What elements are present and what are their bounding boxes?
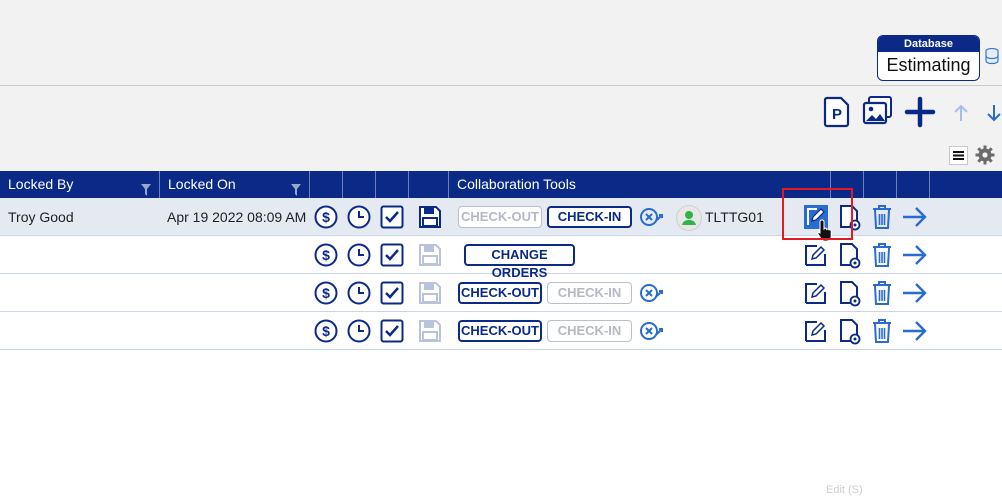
arrow-up-icon[interactable] — [953, 103, 969, 128]
cancel-checkout-icon[interactable] — [639, 206, 665, 233]
locked-user-id: TLTTG01 — [705, 209, 764, 225]
menu-icon[interactable] — [949, 146, 968, 170]
checkbox-icon[interactable] — [380, 319, 404, 348]
arrow-right-icon[interactable] — [902, 282, 928, 309]
gear-icon[interactable] — [975, 145, 995, 170]
user-avatar — [676, 205, 702, 231]
checkbox-icon[interactable] — [380, 243, 404, 272]
check-in-button[interactable]: CHECK-IN — [547, 206, 632, 228]
cancel-checkout-icon[interactable] — [639, 282, 665, 309]
svg-text:$: $ — [322, 323, 330, 339]
database-selector[interactable]: Database Estimating — [877, 35, 980, 81]
edit-icon[interactable] — [803, 318, 829, 349]
locked-by-cell: Troy Good — [8, 209, 74, 225]
column-header-save — [409, 171, 449, 198]
save-icon — [418, 319, 442, 348]
column-header-label: Locked By — [8, 176, 74, 192]
database-value: Estimating — [886, 55, 971, 75]
table-row[interactable]: $ CHECK-OUT CHECK-IN — [0, 312, 1002, 350]
svg-text:$: $ — [322, 285, 330, 301]
table-row[interactable]: $ CHANGE ORDERS Edit (S) — [0, 236, 1002, 496]
database-icon[interactable] — [984, 47, 1000, 72]
arrow-right-icon[interactable] — [902, 244, 928, 271]
svg-text:$: $ — [322, 247, 330, 263]
highlight-box — [782, 188, 853, 240]
column-divider — [897, 171, 930, 198]
trash-icon[interactable] — [871, 204, 893, 235]
edit-icon[interactable] — [803, 242, 829, 273]
arrow-down-icon[interactable] — [986, 103, 1002, 128]
column-header-label: Locked On — [168, 176, 236, 192]
column-divider — [864, 171, 897, 198]
toolbar: P — [0, 86, 1002, 171]
arrow-right-icon[interactable] — [902, 320, 928, 347]
table-row[interactable]: $ CHECK-OUT CHECK-IN — [0, 274, 1002, 312]
document-settings-icon[interactable] — [838, 281, 862, 312]
document-settings-icon[interactable] — [838, 243, 862, 274]
change-orders-button[interactable]: CHANGE ORDERS — [464, 244, 575, 280]
check-out-button[interactable]: CHECK-OUT — [458, 282, 542, 304]
column-header-locked-on[interactable]: Locked On — [160, 171, 310, 198]
dollar-icon[interactable]: $ — [314, 281, 338, 310]
column-header-collaboration-tools: Collaboration Tools — [457, 176, 576, 192]
checkbox-icon[interactable] — [380, 205, 404, 234]
save-icon[interactable] — [418, 205, 442, 234]
clock-icon[interactable] — [347, 319, 371, 348]
trash-icon[interactable] — [871, 318, 893, 349]
clock-icon[interactable] — [347, 281, 371, 310]
check-in-button[interactable]: CHECK-IN — [547, 282, 632, 304]
trash-icon[interactable] — [871, 280, 893, 311]
p-document-icon[interactable]: P — [822, 96, 852, 133]
check-out-button[interactable]: CHECK-OUT — [458, 206, 542, 228]
database-header: Database — [878, 36, 979, 52]
images-icon[interactable] — [862, 95, 894, 132]
column-header-check — [376, 171, 409, 198]
column-header-cost — [310, 171, 343, 198]
check-in-button[interactable]: CHECK-IN — [547, 320, 632, 342]
check-out-button[interactable]: CHECK-OUT — [458, 320, 542, 342]
arrow-right-icon[interactable] — [902, 206, 928, 233]
clock-icon[interactable] — [347, 243, 371, 272]
document-settings-icon[interactable] — [838, 319, 862, 350]
save-icon — [418, 281, 442, 310]
svg-text:$: $ — [322, 209, 330, 225]
edit-icon[interactable] — [803, 280, 829, 311]
column-header-locked-by[interactable]: Locked By — [0, 171, 160, 198]
top-band — [0, 0, 1002, 86]
svg-text:P: P — [832, 106, 842, 123]
dollar-icon[interactable]: $ — [314, 205, 338, 234]
locked-on-cell: Apr 19 2022 08:09 AM — [167, 209, 307, 225]
clock-icon[interactable] — [347, 205, 371, 234]
save-icon — [418, 243, 442, 272]
dollar-icon[interactable]: $ — [314, 243, 338, 272]
checkbox-icon[interactable] — [380, 281, 404, 310]
column-header-time — [343, 171, 376, 198]
trash-icon[interactable] — [871, 242, 893, 273]
cancel-checkout-icon[interactable] — [639, 320, 665, 347]
dollar-icon[interactable]: $ — [314, 319, 338, 348]
tooltip: Edit (S) — [826, 484, 863, 496]
plus-icon[interactable] — [904, 96, 936, 133]
